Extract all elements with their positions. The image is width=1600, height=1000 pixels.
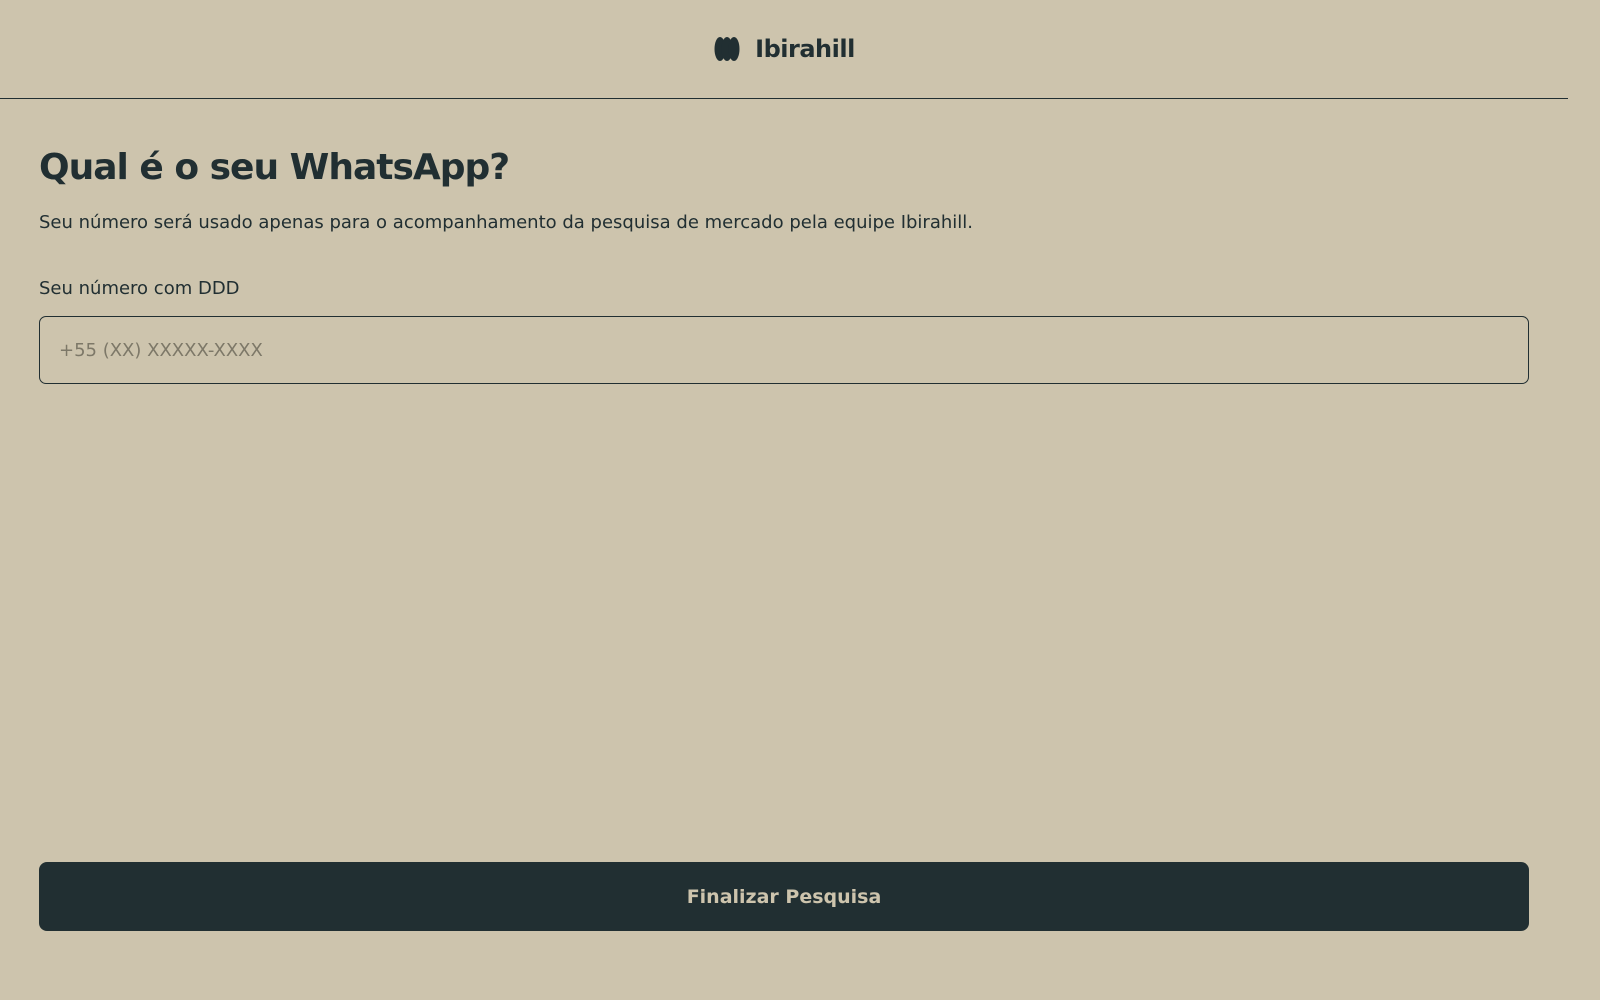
top-header: Ibirahill: [0, 0, 1568, 99]
ibirahill-logo-icon: [714, 37, 740, 61]
brand-name: Ibirahill: [755, 35, 855, 63]
phone-input[interactable]: [39, 316, 1529, 384]
phone-field-label: Seu número com DDD: [39, 278, 240, 299]
page-subtitle: Seu número será usado apenas para o acom…: [39, 212, 973, 233]
page-title: Qual é o seu WhatsApp?: [39, 147, 510, 188]
brand-logo[interactable]: Ibirahill: [713, 35, 855, 63]
whatsapp-form: Qual é o seu WhatsApp? Seu número será u…: [39, 140, 1529, 384]
finish-survey-button[interactable]: Finalizar Pesquisa: [39, 862, 1529, 931]
